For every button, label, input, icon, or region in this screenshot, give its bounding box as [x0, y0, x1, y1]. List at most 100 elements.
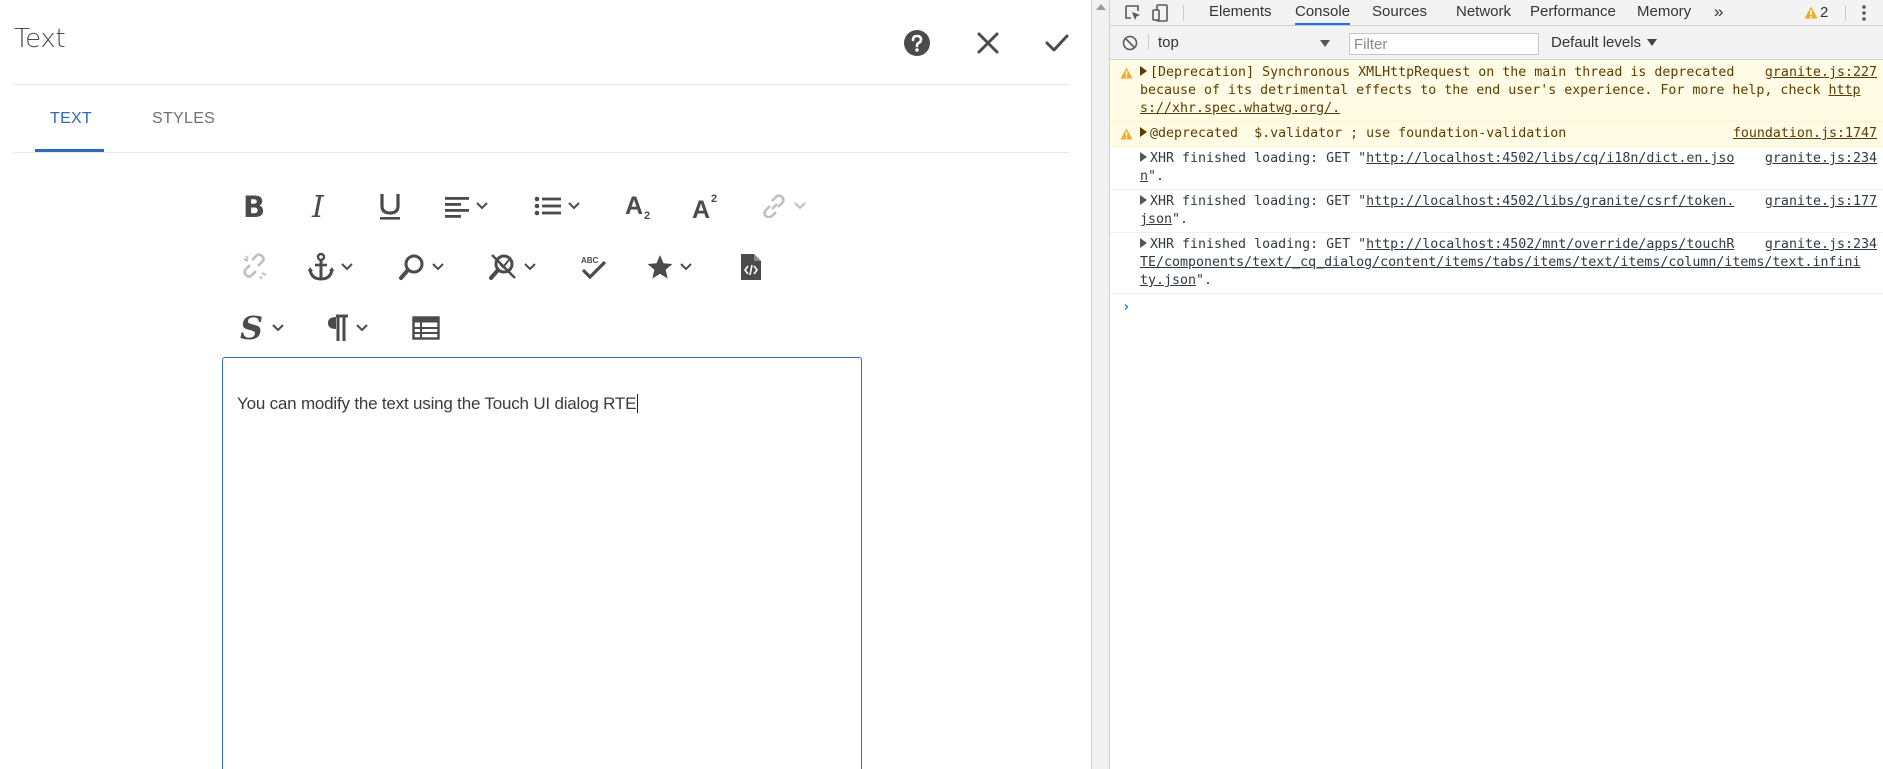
tab-text[interactable]: TEXT — [50, 110, 92, 128]
superscript-button[interactable]: A 2 — [692, 186, 722, 226]
chevron-down-icon — [356, 324, 368, 332]
expand-arrow-icon[interactable] — [1140, 152, 1147, 162]
link-dropdown[interactable] — [760, 186, 806, 226]
editor-text: You can modify the text using the Touch … — [237, 394, 637, 413]
message-link[interactable]: TE/components/text/_cq_dialog/content/it… — [1140, 255, 1861, 270]
warning-icon — [1804, 6, 1818, 19]
message-link[interactable]: http — [1828, 83, 1860, 98]
done-button[interactable] — [1038, 24, 1076, 62]
message-link[interactable]: s://xhr.spec.whatwg.org/. — [1140, 101, 1340, 116]
expand-arrow-icon[interactable] — [1140, 238, 1147, 248]
rich-text-editor[interactable]: You can modify the text using the Touch … — [222, 357, 862, 769]
unlink-button[interactable] — [240, 247, 268, 287]
find-replace-dropdown[interactable] — [398, 247, 444, 287]
spellcheck-toggle-dropdown[interactable] — [488, 247, 536, 287]
scroll-up-arrow-icon[interactable] — [1096, 4, 1106, 10]
message-link[interactable]: n — [1140, 169, 1148, 184]
message-text: @deprecated $.validator ; use foundation… — [1150, 126, 1567, 141]
anchor-dropdown[interactable] — [307, 247, 353, 287]
tab-styles[interactable]: STYLES — [152, 110, 215, 128]
message-link[interactable]: http://localhost:4502/libs/cq/i18n/dict.… — [1366, 151, 1734, 166]
context-value: top — [1158, 34, 1179, 51]
inspect-element-button[interactable] — [1122, 2, 1144, 24]
devtools-panel: Elements Console Sources Network Perform… — [1110, 0, 1883, 769]
cancel-button[interactable] — [969, 24, 1007, 62]
filter-input[interactable] — [1349, 33, 1539, 55]
devtools-menu-button[interactable] — [1853, 2, 1875, 24]
svg-text:S: S — [240, 312, 263, 344]
message-text: XHR finished loading: GET " — [1150, 194, 1367, 209]
tab-console[interactable]: Console — [1295, 0, 1351, 25]
list-dropdown[interactable] — [534, 186, 580, 226]
chevron-down-icon — [680, 263, 692, 271]
console-message-info[interactable]: XHR finished loading: GET "http://localh… — [1110, 147, 1883, 190]
underline-button[interactable] — [377, 186, 403, 226]
more-tabs-button[interactable]: » — [1714, 0, 1723, 25]
context-selector[interactable]: top — [1152, 33, 1334, 53]
styles-dropdown[interactable]: S — [240, 308, 284, 348]
tab-memory[interactable]: Memory — [1637, 0, 1691, 25]
expand-arrow-icon[interactable] — [1140, 195, 1147, 205]
justify-dropdown[interactable] — [444, 186, 488, 226]
help-button[interactable] — [898, 24, 936, 62]
code-file-icon — [741, 254, 761, 280]
tab-performance[interactable]: Performance — [1530, 0, 1616, 25]
warning-counter[interactable]: 2 — [1804, 0, 1828, 25]
list-icon — [534, 196, 561, 216]
tab-sources[interactable]: Sources — [1372, 0, 1427, 25]
console-prompt[interactable]: › — [1110, 294, 1883, 321]
clear-console-button[interactable] — [1119, 32, 1141, 54]
table-button[interactable] — [412, 308, 440, 348]
bold-button[interactable]: B — [242, 186, 268, 226]
spellcheck-button[interactable]: ABC — [578, 247, 608, 287]
toolbar-separator — [1183, 5, 1184, 21]
superscript-icon: A 2 — [692, 193, 717, 221]
anchor-icon — [308, 252, 334, 281]
expand-arrow-icon[interactable] — [1140, 66, 1147, 76]
star-icon — [647, 255, 673, 279]
chevron-down-icon — [524, 263, 536, 271]
text-edit-dialog: Text TEXT STYLES B I A 2 A 2 ABC S You c… — [0, 0, 1091, 769]
message-source-link[interactable]: granite.js:177 — [1761, 193, 1877, 211]
tab-elements[interactable]: Elements — [1209, 0, 1272, 25]
toolbar-separator — [1148, 34, 1149, 50]
svg-text:2: 2 — [644, 210, 650, 221]
message-link[interactable]: http://localhost:4502/mnt/override/apps/… — [1366, 237, 1734, 252]
clear-icon — [1122, 35, 1138, 51]
message-link[interactable]: json — [1140, 212, 1172, 227]
warning-icon — [1120, 128, 1133, 140]
message-text: ". — [1148, 169, 1165, 184]
devtools-tabbar: Elements Console Sources Network Perform… — [1110, 0, 1883, 26]
message-source-link[interactable]: granite.js:227 — [1760, 64, 1877, 82]
message-text: ". — [1172, 212, 1189, 227]
italic-button[interactable]: I — [311, 186, 331, 226]
tab-network[interactable]: Network — [1456, 0, 1511, 25]
message-source-link[interactable]: foundation.js:1747 — [1728, 125, 1877, 143]
device-toolbar-button[interactable] — [1150, 2, 1172, 24]
editor-content[interactable]: You can modify the text using the Touch … — [237, 394, 639, 414]
console-message-warning[interactable]: [Deprecation] Synchronous XMLHttpRequest… — [1110, 61, 1883, 122]
console-message-info[interactable]: XHR finished loading: GET "http://localh… — [1110, 233, 1883, 294]
message-link[interactable]: ty.json — [1140, 273, 1196, 288]
kebab-menu-icon — [1862, 5, 1866, 21]
message-text: ". — [1196, 273, 1213, 288]
help-icon — [904, 30, 930, 56]
devtools-splitter[interactable] — [1091, 0, 1110, 769]
paragraph-format-dropdown[interactable] — [326, 308, 368, 348]
message-link[interactable]: http://localhost:4502/libs/granite/csrf/… — [1366, 194, 1734, 209]
source-edit-button[interactable] — [740, 247, 762, 287]
expand-arrow-icon[interactable] — [1140, 127, 1147, 137]
log-levels-dropdown[interactable]: Default levels — [1551, 34, 1658, 51]
tabs-divider — [14, 152, 1069, 153]
message-source-link[interactable]: granite.js:234 — [1761, 150, 1877, 168]
subscript-button[interactable]: A 2 — [625, 186, 655, 226]
chevron-down-icon — [432, 263, 444, 271]
pilcrow-icon — [328, 314, 348, 341]
message-source-link[interactable]: granite.js:234 — [1761, 236, 1877, 254]
console-message-warning[interactable]: @deprecated $.validator ; use foundation… — [1110, 122, 1883, 147]
console-message-info[interactable]: XHR finished loading: GET "http://localh… — [1110, 190, 1883, 233]
search-icon — [399, 254, 424, 280]
subscript-icon: A 2 — [625, 192, 650, 221]
svg-text:A: A — [692, 196, 710, 221]
special-characters-dropdown[interactable] — [646, 247, 692, 287]
